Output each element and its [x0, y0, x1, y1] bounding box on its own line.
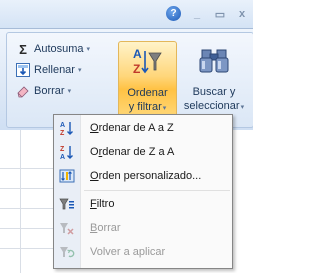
menu-item-reapply[interactable]: Volver a aplicar	[54, 241, 232, 263]
sort-filter-icon: A Z	[131, 45, 163, 77]
chevron-down-icon: ▾	[67, 88, 72, 95]
menu-item-custom-sort[interactable]: Orden personalizado...	[54, 165, 232, 187]
maximize-icon: ▭	[214, 8, 226, 21]
menu-item-sort-a-z-label: Ordenar de A a Z	[90, 122, 174, 134]
chevron-down-icon: ▾	[86, 46, 91, 53]
autosuma-button[interactable]: Σ Autosuma ▾	[15, 39, 90, 59]
chevron-down-icon: ▾	[162, 105, 167, 112]
grid-line	[0, 168, 60, 169]
menu-item-clear-filter[interactable]: Borrar	[54, 217, 232, 239]
svg-text:Z: Z	[60, 146, 65, 153]
grid-line	[0, 228, 60, 229]
chevron-down-icon: ▾	[77, 67, 82, 74]
filter-icon	[54, 193, 80, 215]
svg-text:Z: Z	[60, 130, 65, 136]
ordenar-label-line2-text: y filtrar	[128, 101, 162, 113]
buscar-label-line2-text: seleccionar	[183, 100, 240, 112]
sigma-icon: Σ	[19, 41, 27, 57]
minimize-icon: _	[193, 8, 201, 20]
menu-item-reapply-label: Volver a aplicar	[90, 246, 166, 258]
clear-filter-icon	[54, 217, 80, 239]
sort-filter-menu: A Z Ordenar de A a Z Z A Ordenar de Z a …	[53, 114, 233, 269]
ordenar-label-line1: Ordenar	[127, 87, 168, 99]
eraser-icon	[15, 83, 31, 99]
sort-a-z-icon: A Z	[54, 117, 80, 139]
rellenar-button[interactable]: Rellenar ▾	[15, 60, 81, 80]
close-icon: x	[238, 8, 246, 20]
autosuma-label: Autosuma	[34, 43, 84, 55]
menu-item-sort-a-z[interactable]: A Z Ordenar de A a Z	[54, 117, 232, 139]
help-icon: ?	[170, 8, 177, 19]
reapply-filter-icon	[54, 241, 80, 263]
buscar-label-line1: Buscar y	[192, 86, 236, 98]
menu-item-clear-filter-label: Borrar	[90, 222, 121, 234]
custom-sort-icon	[54, 165, 80, 187]
excel-editing-group-screenshot: ? _ ▭ x Σ Autosuma ▾ Rellenar ▾ Borrar ▾…	[0, 0, 253, 273]
menu-item-filter-label: Filtro	[90, 198, 115, 210]
grid-line	[0, 208, 60, 209]
sort-z-a-icon: Z A	[54, 141, 80, 163]
menu-item-filter[interactable]: Filtro	[54, 193, 232, 215]
grid-line	[0, 188, 60, 189]
grid-line	[20, 130, 21, 273]
svg-text:A: A	[60, 154, 65, 160]
menu-item-custom-sort-label: Orden personalizado...	[90, 170, 202, 182]
menu-separator	[84, 190, 230, 191]
chevron-down-icon: ▾	[240, 104, 245, 111]
menu-item-sort-z-a[interactable]: Z A Ordenar de Z a A	[54, 141, 232, 163]
binoculars-icon	[199, 47, 229, 75]
minimize-button[interactable]: _	[189, 6, 205, 22]
borrar-label: Borrar	[34, 85, 65, 97]
borrar-button[interactable]: Borrar ▾	[15, 81, 71, 101]
fill-down-icon	[15, 62, 31, 78]
help-button[interactable]: ?	[166, 6, 181, 21]
buscar-label-line2: seleccionar▾	[177, 99, 251, 115]
svg-text:A: A	[133, 47, 142, 61]
title-bar: ? _ ▭ x	[0, 0, 253, 29]
svg-text:Z: Z	[133, 62, 140, 76]
maximize-button[interactable]: ▭	[212, 6, 228, 22]
grid-line	[0, 248, 60, 249]
menu-item-sort-z-a-label: Ordenar de Z a A	[90, 146, 175, 158]
svg-text:A: A	[60, 122, 65, 129]
rellenar-label: Rellenar	[34, 64, 75, 76]
close-button[interactable]: x	[234, 6, 250, 22]
